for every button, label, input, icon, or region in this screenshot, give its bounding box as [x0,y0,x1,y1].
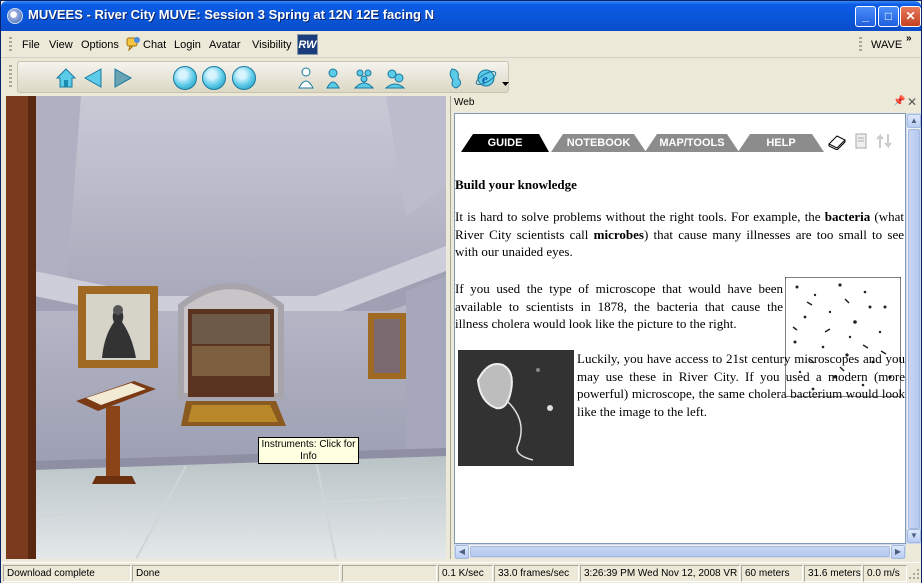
look-icon[interactable] [321,66,345,90]
toolbar-strip: e [17,61,509,93]
resize-grip-icon[interactable] [908,568,920,580]
scroll-down-icon[interactable]: ▼ [907,529,921,543]
wave-toolbar-grip[interactable] [859,37,862,53]
menubar-grip[interactable] [9,37,12,53]
status-datetime: 3:26:39 PM Wed Nov 12, 2008 VR [580,565,740,582]
panel-close-icon[interactable]: ✕ [907,95,917,109]
paragraph-modern-microscope: Luckily, you have access to 21st century… [577,351,905,419]
menu-file[interactable]: File [22,39,40,51]
scene-render[interactable] [6,96,446,559]
horizontal-scroll-thumb[interactable] [470,546,890,557]
status-rate: 0.1 K/sec [438,565,493,582]
title-bar[interactable]: MUVEES - River City MUVE: Session 3 Spri… [1,1,921,31]
scroll-right-icon[interactable]: ▶ [891,545,905,559]
vertical-scroll-thumb[interactable] [908,129,920,529]
view-center-icon[interactable] [202,66,226,90]
paragraph-old-microscope: If you used the type of microscope that … [455,281,783,331]
toolbar-dropdown-icon[interactable] [502,82,509,87]
view-left-icon[interactable] [173,66,197,90]
rw-logo[interactable]: RW [297,34,318,55]
instruments-tooltip: Instruments: Click for Info [258,437,359,464]
avatar-icon[interactable] [294,66,318,90]
menu-options[interactable]: Options [81,39,119,51]
forward-arrow-icon[interactable] [111,66,135,90]
status-done: Done [132,565,340,582]
notes-icon[interactable] [853,132,869,150]
web-panel: Web 📌 ✕ GUIDE NOTEBOOK MAP/TOOLS HELP Bu… [450,95,922,559]
maximize-button[interactable]: □ [878,6,899,27]
browser-icon[interactable]: e [474,66,498,90]
menu-avatar[interactable]: Avatar [209,39,241,51]
group-icon[interactable] [352,66,376,90]
web-panel-header: Web 📌 ✕ [451,95,922,111]
scroll-left-icon[interactable]: ◀ [455,545,469,559]
web-panel-label: Web [454,97,475,108]
scene-3d-view[interactable]: Instruments: Click for Info [6,96,446,559]
tab-help[interactable]: HELP [738,134,824,152]
app-icon[interactable] [7,8,23,24]
status-speed: 0.0 m/s [863,565,907,582]
menu-chat[interactable]: Chat [143,39,166,51]
tab-guide[interactable]: GUIDE [461,134,549,152]
status-distance-1: 60 meters [741,565,803,582]
home-icon[interactable] [54,66,78,90]
menu-view[interactable]: View [49,39,73,51]
book-icon[interactable] [827,132,847,150]
app-window: MUVEES - River City MUVE: Session 3 Spri… [0,0,922,583]
pin-icon[interactable]: 📌 [893,96,905,107]
horizontal-scrollbar[interactable]: ◀ ▶ [454,544,906,559]
window-title: MUVEES - River City MUVE: Session 3 Spri… [28,7,434,22]
modern-microscope-image [458,350,574,466]
vertical-scrollbar[interactable]: ▲ ▼ [906,113,921,544]
menu-visibility[interactable]: Visibility [252,39,292,51]
scroll-up-icon[interactable]: ▲ [907,114,921,128]
section-heading: Build your knowledge [455,177,577,192]
back-arrow-icon[interactable] [81,66,105,90]
view-right-icon[interactable] [232,66,256,90]
chat-icon [126,37,140,51]
status-download: Download complete [3,565,131,582]
toolbar-overflow-icon[interactable]: » [906,33,912,44]
wave-button[interactable]: WAVE [871,39,902,51]
minimize-button[interactable]: _ [855,6,876,27]
status-bar: Download complete Done 0.1 K/sec 33.0 fr… [1,562,921,583]
web-page: GUIDE NOTEBOOK MAP/TOOLS HELP Build your… [454,113,906,544]
menu-login[interactable]: Login [174,39,201,51]
tab-map-tools[interactable]: MAP/TOOLS [645,134,739,152]
nav-toolbar: e [1,59,921,95]
toolbar-grip[interactable] [9,65,12,89]
tool-figure-icon[interactable] [444,66,468,90]
swap-icon[interactable] [875,132,893,150]
team-icon[interactable] [383,66,407,90]
close-button[interactable]: ✕ [900,6,921,27]
status-distance-2: 31.6 meters [804,565,862,582]
status-fps: 33.0 frames/sec [494,565,579,582]
paragraph-intro: It is hard to solve problems without the… [455,209,905,259]
status-blank [342,565,437,582]
tab-notebook[interactable]: NOTEBOOK [551,134,646,152]
